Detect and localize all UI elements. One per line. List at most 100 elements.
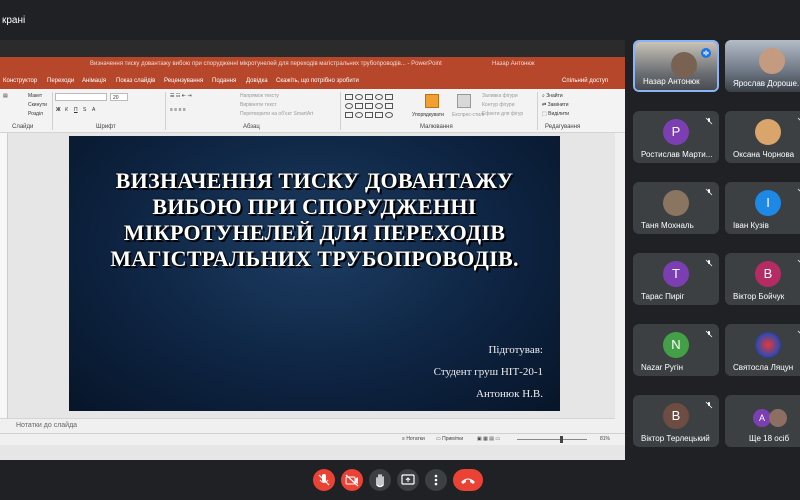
shape-outline-button[interactable]: Контур фігури	[482, 102, 514, 108]
participant-tile[interactable]: I Іван Кузів	[725, 182, 800, 234]
participant-tile[interactable]: Оксана Чорнова	[725, 111, 800, 163]
tell-me-search[interactable]: Скажіть, що потрібно зробити	[276, 78, 359, 84]
participant-name: Тарас Пиріг	[641, 292, 685, 301]
ppt-ribbon: ▤ Макет Скинути Розділ Слайди 20 Ж К П S…	[0, 89, 625, 133]
participant-tile[interactable]: Р Ростислав Марти...	[633, 111, 719, 163]
notes-toggle[interactable]: ≡ Нотатки	[402, 436, 425, 442]
bullets-button[interactable]: ☰ ☷ ⇤ ⇥	[170, 93, 192, 99]
underline-button[interactable]: П	[74, 107, 78, 113]
end-call-button[interactable]	[453, 469, 483, 491]
ppt-ribbon-tabs: Конструктор Переходи Анімація Показ слай…	[0, 75, 625, 89]
participant-photo	[755, 119, 781, 145]
more-participants-count: Ще 18 осіб	[749, 434, 790, 443]
participant-tile[interactable]: Ярослав Дороше...	[725, 40, 800, 92]
tab-help[interactable]: Довідка	[246, 78, 268, 84]
shape-fill-button[interactable]: Заливка фігури	[482, 93, 518, 99]
slide-student-group: Студент груш НІТ-20-1	[433, 366, 543, 378]
editor-scrollbar[interactable]	[615, 133, 625, 433]
participant-photo	[769, 409, 787, 427]
align-text-button[interactable]: Вирівняти текст	[240, 102, 277, 108]
participant-tile[interactable]: B Віктор Терлецький	[633, 395, 719, 447]
participant-name: Таня Мохналь	[641, 221, 694, 230]
participant-tile[interactable]: Святосла Ляцун	[725, 324, 800, 376]
strike-button[interactable]: S	[83, 107, 86, 113]
bold-button[interactable]: Ж	[56, 107, 61, 113]
align-buttons[interactable]: ≡ ≡ ≡ ≡	[170, 107, 186, 113]
shape-effects-button[interactable]: Ефекти для фігур	[482, 111, 523, 117]
participant-name: Святосла Ляцун	[733, 363, 794, 372]
paragraph-group-label: Абзац	[243, 124, 260, 130]
replace-button[interactable]: ⇄ Замінити	[542, 102, 569, 108]
slide-title-line: ВИБОЮ ПРИ СПОРУДЖЕННІ	[152, 194, 477, 219]
participant-tile[interactable]: N Nazar Pугін	[633, 324, 719, 376]
participant-name: Віктор Терлецький	[641, 434, 710, 443]
participant-avatar: B	[755, 261, 781, 287]
quick-styles-button[interactable]: Експрес-стилі	[452, 112, 484, 118]
more-participants-tile[interactable]: A Ще 18 осіб	[725, 395, 800, 447]
participant-avatar: I	[755, 190, 781, 216]
participant-tile[interactable]: B Віктор Бойчук	[725, 253, 800, 305]
zoom-slider[interactable]	[517, 439, 587, 440]
ribbon-slides-partial: ▤	[3, 93, 8, 99]
layout-button[interactable]: Макет	[28, 93, 42, 99]
participant-name: Nazar Pугін	[641, 363, 684, 372]
ppt-titlebar: Визначення тиску довантажу вибою при спо…	[0, 57, 625, 75]
participant-tile[interactable]: T Тарас Пиріг	[633, 253, 719, 305]
font-size-box[interactable]: 20	[110, 93, 128, 101]
present-icon	[401, 474, 415, 485]
zoom-slider-knob[interactable]	[560, 436, 563, 443]
participant-name: Оксана Чорнова	[733, 150, 795, 159]
tab-review[interactable]: Рецензування	[164, 78, 203, 84]
text-direction-button[interactable]: Напрямок тексту	[240, 93, 279, 99]
meet-top-bar: кранi	[0, 0, 800, 38]
ribbon-separator	[537, 92, 538, 130]
camera-off-icon	[345, 474, 359, 487]
participant-name: Іван Кузів	[733, 221, 769, 230]
mic-off-icon	[705, 259, 713, 267]
present-button[interactable]	[397, 469, 419, 491]
select-button[interactable]: ⬚ Виділити	[542, 111, 569, 117]
camera-toggle-button[interactable]	[341, 469, 363, 491]
notes-pane[interactable]: Нотатки до слайда	[0, 418, 615, 433]
more-options-button[interactable]	[425, 469, 447, 491]
participant-tile[interactable]: Назар Антонюк	[633, 40, 719, 92]
mic-off-icon	[705, 117, 713, 125]
slide-title-line: МІКРОТУНЕЛЕЙ ДЛЯ ПЕРЕХОДІВ	[123, 220, 506, 245]
mic-toggle-button[interactable]	[313, 469, 335, 491]
ribbon-separator	[52, 92, 53, 130]
slide-prepared-by: Підготував:	[488, 344, 543, 356]
find-button[interactable]: ⌕ Знайти	[542, 93, 563, 99]
smartart-button[interactable]: Перетворити на об'єкт SmartArt	[240, 111, 313, 117]
thumbnail-pane[interactable]	[0, 133, 8, 433]
italic-button[interactable]: К	[65, 107, 68, 113]
raise-hand-button[interactable]	[369, 469, 391, 491]
share-button[interactable]: Спільний доступ	[562, 78, 608, 84]
participant-name: Ярослав Дороше...	[733, 79, 800, 88]
participant-tile[interactable]: Таня Мохналь	[633, 182, 719, 234]
arrange-icon	[425, 94, 439, 108]
zoom-level[interactable]: 81%	[600, 436, 610, 442]
slide-title-line: МАГІСТРАЛЬНИХ ТРУБОПРОВОДІВ.	[110, 246, 519, 271]
tab-design[interactable]: Конструктор	[3, 78, 37, 84]
screen-top-strip	[0, 40, 625, 57]
font-name-box[interactable]	[55, 93, 107, 101]
tab-transitions[interactable]: Переходи	[47, 78, 74, 84]
tab-slideshow[interactable]: Показ слайдів	[116, 78, 155, 84]
more-icon	[434, 474, 438, 486]
comments-toggle[interactable]: ▭ Примітки	[436, 436, 463, 442]
raise-hand-icon	[376, 474, 384, 488]
tab-animation[interactable]: Анімація	[82, 78, 106, 84]
editing-group-label: Редагування	[545, 124, 581, 130]
current-slide[interactable]: ВИЗНАЧЕННЯ ТИСКУ ДОВАНТАЖУ ВИБОЮ ПРИ СПО…	[69, 136, 560, 411]
section-button[interactable]: Розділ	[28, 111, 43, 117]
end-call-icon	[461, 478, 475, 484]
reset-button[interactable]: Скинути	[28, 102, 47, 108]
tab-view[interactable]: Подання	[212, 78, 236, 84]
slide-title-line: ВИЗНАЧЕННЯ ТИСКУ ДОВАНТАЖУ	[115, 168, 514, 193]
font-color-button[interactable]: A	[92, 107, 95, 113]
presenting-title: кранi	[2, 15, 26, 26]
arrange-button[interactable]: Упорядкувати	[412, 112, 444, 118]
participant-avatar: N	[663, 332, 689, 358]
view-buttons[interactable]: ▣ ▦ ▤ ▭	[477, 436, 500, 442]
quick-styles-icon	[457, 94, 471, 108]
